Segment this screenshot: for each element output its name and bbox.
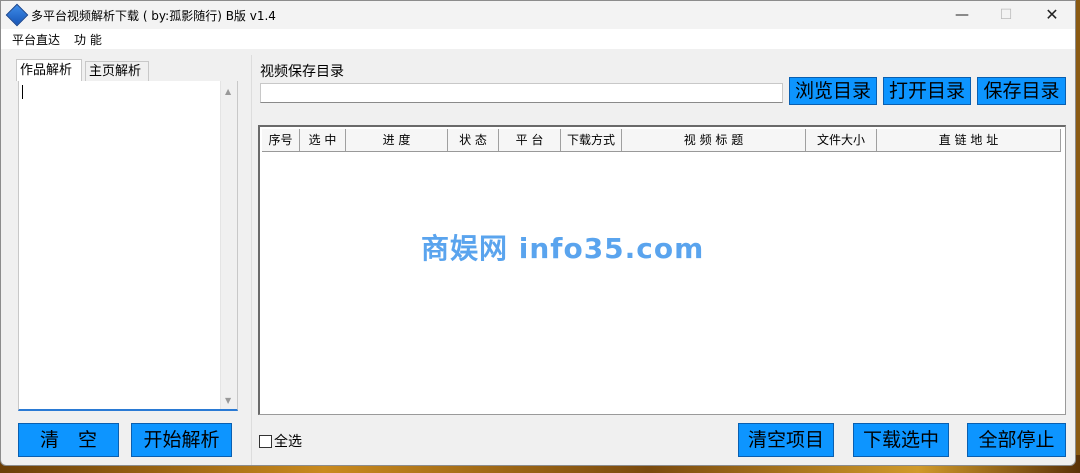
- menu-functions[interactable]: 功 能: [74, 31, 102, 48]
- scroll-up-icon[interactable]: ▲: [225, 87, 231, 96]
- save-dir-input[interactable]: [260, 83, 783, 103]
- column-status[interactable]: 状 态: [448, 129, 499, 151]
- column-index[interactable]: 序号: [262, 129, 300, 151]
- select-all-checkbox[interactable]: [259, 434, 272, 448]
- column-file-size[interactable]: 文件大小: [806, 129, 877, 151]
- download-selected-button[interactable]: 下载选中: [853, 423, 949, 457]
- window-title: 多平台视频解析下载 ( by:孤影随行) B版 v1.4: [31, 9, 276, 23]
- open-dir-button[interactable]: 打开目录: [883, 77, 971, 105]
- task-list[interactable]: 序号 选 中 进 度 状 态 平 台 下载方式 视 频 标 题 文件大小 直 链…: [258, 125, 1066, 415]
- close-button[interactable]: ✕: [1029, 1, 1075, 29]
- clear-button[interactable]: 清 空: [18, 423, 119, 457]
- app-window: 多平台视频解析下载 ( by:孤影随行) B版 v1.4 — ☐ ✕ 平台直达 …: [0, 0, 1076, 466]
- tab-work-parse[interactable]: 作品解析: [16, 59, 82, 81]
- scroll-down-icon[interactable]: ▼: [225, 396, 231, 405]
- save-dir-label: 视频保存目录: [260, 64, 344, 80]
- app-diamond-icon: [5, 3, 29, 27]
- column-video-title[interactable]: 视 频 标 题: [622, 129, 806, 151]
- column-platform[interactable]: 平 台: [499, 129, 561, 151]
- save-dir-button[interactable]: 保存目录: [977, 77, 1066, 105]
- text-caret: [22, 85, 23, 99]
- title-bar[interactable]: 多平台视频解析下载 ( by:孤影随行) B版 v1.4 — ☐ ✕: [1, 1, 1075, 29]
- select-all-control[interactable]: 全选: [259, 431, 302, 451]
- watermark-text: 商娱网 info35.com: [421, 232, 705, 265]
- list-header: 序号 选 中 进 度 状 态 平 台 下载方式 视 频 标 题 文件大小 直 链…: [262, 129, 1061, 152]
- column-direct-link[interactable]: 直 链 地 址: [877, 129, 1061, 151]
- column-download-method[interactable]: 下载方式: [561, 129, 622, 151]
- menu-platform-direct[interactable]: 平台直达: [12, 31, 60, 48]
- column-progress[interactable]: 进 度: [346, 129, 448, 151]
- select-all-label: 全选: [274, 434, 302, 450]
- column-selected[interactable]: 选 中: [300, 129, 346, 151]
- tab-homepage-parse[interactable]: 主页解析: [85, 61, 149, 81]
- start-parse-button[interactable]: 开始解析: [131, 423, 232, 457]
- left-panel: 作品解析 主页解析 ▲ ▼ 清 空 开始解析: [10, 55, 246, 465]
- menu-bar: 平台直达 功 能: [1, 29, 1075, 49]
- browse-dir-button[interactable]: 浏览目录: [789, 77, 877, 105]
- clear-items-button[interactable]: 清空项目: [738, 423, 834, 457]
- vertical-scrollbar[interactable]: ▲ ▼: [220, 81, 237, 409]
- url-input-area[interactable]: ▲ ▼: [18, 81, 238, 411]
- stop-all-button[interactable]: 全部停止: [967, 423, 1066, 457]
- maximize-button[interactable]: ☐: [983, 1, 1029, 29]
- minimize-button[interactable]: —: [939, 1, 985, 29]
